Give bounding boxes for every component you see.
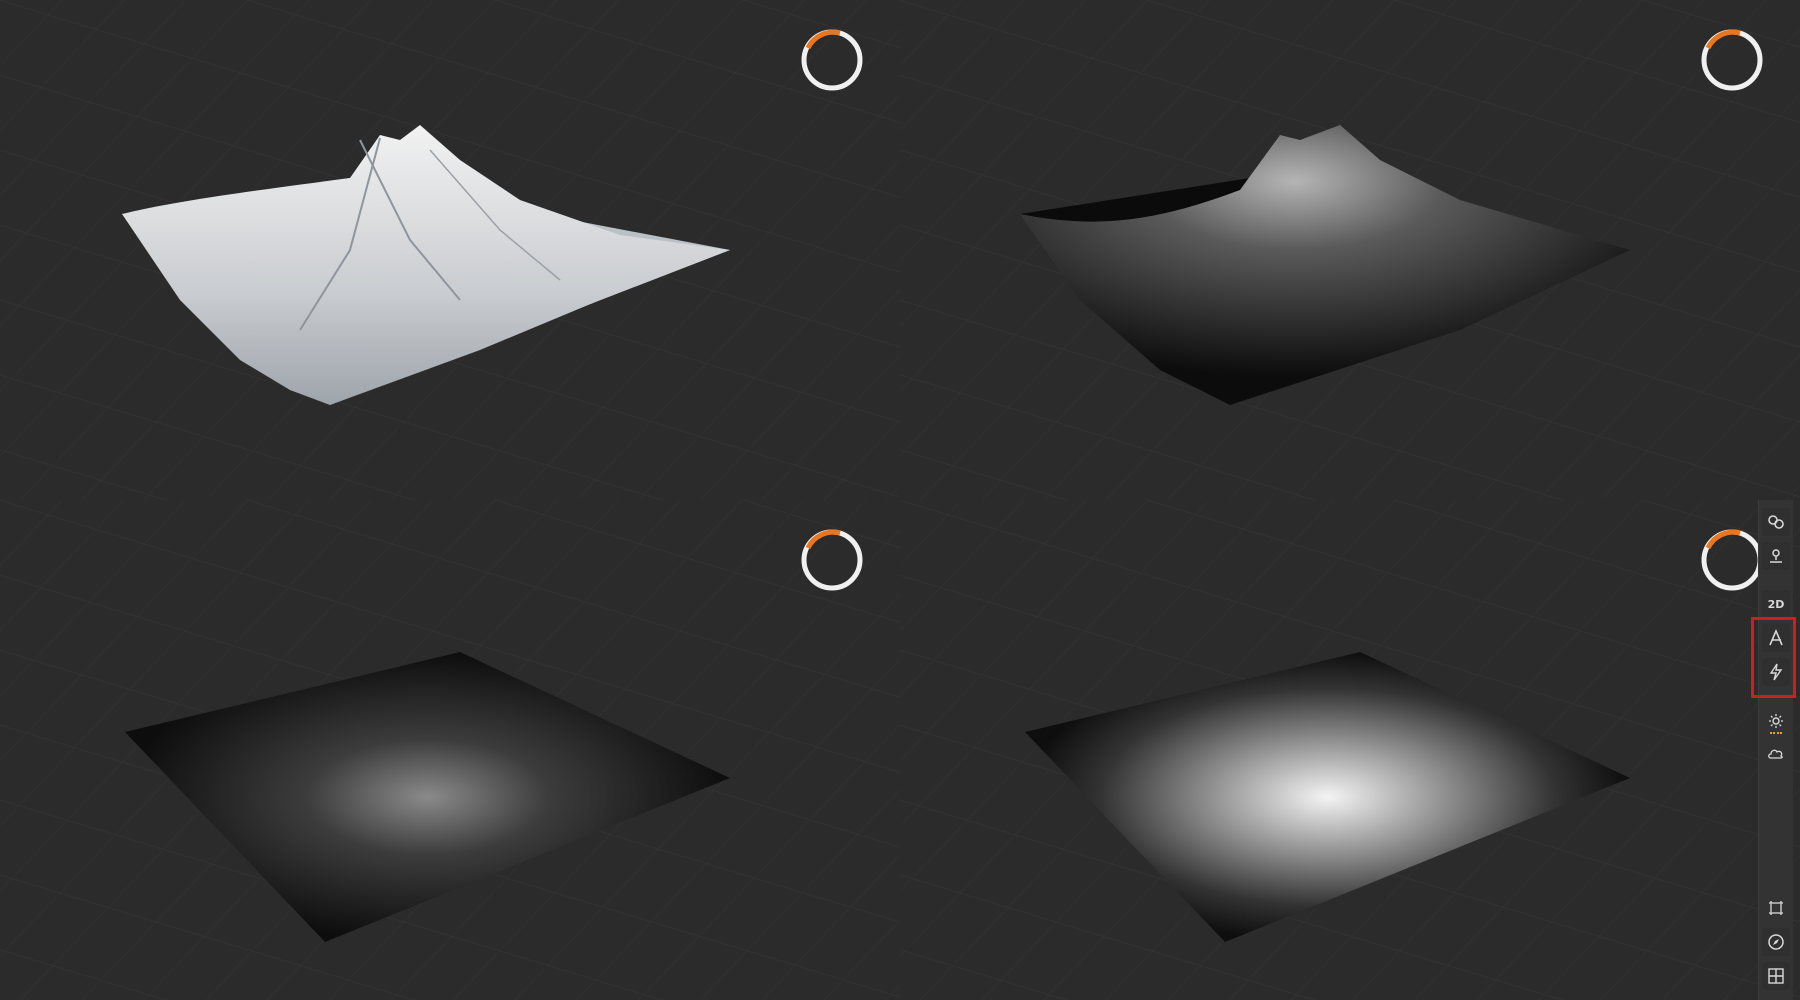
view-gizmo-bottom-left[interactable] bbox=[800, 528, 864, 592]
view-gizmo-top-left[interactable] bbox=[800, 28, 864, 92]
sun-icon bbox=[1767, 713, 1785, 731]
viewport-grid bbox=[0, 0, 1800, 1000]
terrain-dark-view bbox=[900, 0, 1800, 500]
heightmap-bright-view bbox=[900, 500, 1800, 1000]
viewport-bottom-left[interactable] bbox=[0, 500, 900, 1000]
grid-icon bbox=[1767, 967, 1785, 985]
terrain-shaded-view bbox=[0, 0, 900, 500]
compass-button[interactable] bbox=[1762, 928, 1790, 956]
viewport-top-left[interactable] bbox=[0, 0, 900, 500]
view-gizmo-top-right[interactable] bbox=[1700, 28, 1764, 92]
sun-button[interactable] bbox=[1762, 708, 1790, 736]
highlight-annotation-box bbox=[1751, 617, 1796, 698]
frame-icon bbox=[1767, 899, 1785, 917]
sun-indicator-dots bbox=[1770, 730, 1782, 734]
viewport-side-toolbar: 2D bbox=[1758, 500, 1793, 1000]
pin-button[interactable] bbox=[1762, 542, 1790, 570]
view-gizmo-bottom-right[interactable] bbox=[1700, 528, 1764, 592]
cloud-button[interactable] bbox=[1762, 740, 1790, 768]
grid-layout-button[interactable] bbox=[1762, 962, 1790, 990]
view-2d-label: 2D bbox=[1767, 597, 1785, 611]
viewport-top-right[interactable] bbox=[900, 0, 1800, 500]
frame-button[interactable] bbox=[1762, 894, 1790, 922]
view-2d-button[interactable]: 2D bbox=[1762, 590, 1790, 618]
link-button[interactable] bbox=[1762, 508, 1790, 536]
cloud-icon bbox=[1767, 745, 1785, 763]
compass-icon bbox=[1767, 933, 1785, 951]
heightmap-dim-view bbox=[0, 500, 900, 1000]
pin-icon bbox=[1767, 547, 1785, 565]
link-icon bbox=[1767, 513, 1785, 531]
viewport-bottom-right[interactable] bbox=[900, 500, 1800, 1000]
